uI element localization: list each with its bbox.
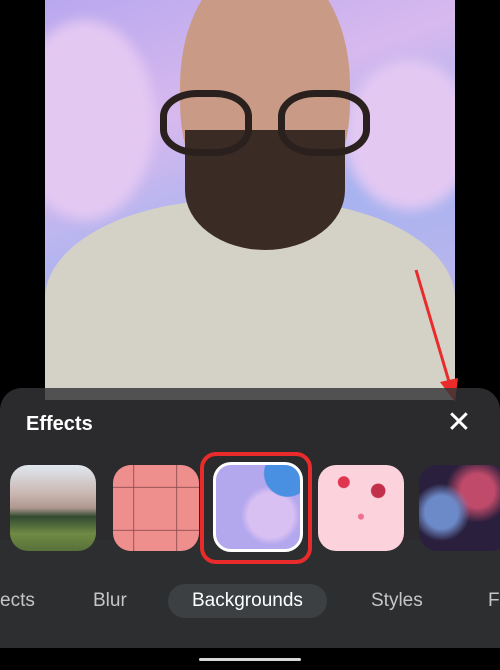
tab-styles[interactable]: Styles (371, 584, 423, 618)
camera-preview (45, 0, 455, 400)
effects-panel: Effects ✕ ects Blur Backgrounds Styles F (0, 388, 500, 648)
close-icon[interactable]: ✕ (444, 408, 474, 438)
person-glasses (160, 90, 380, 156)
background-thumb-purple-clouds[interactable] (213, 462, 303, 552)
tab-filters[interactable]: F (488, 584, 500, 618)
background-thumb-pink-wall[interactable] (113, 465, 199, 551)
tab-blur[interactable]: Blur (93, 584, 127, 618)
background-thumb-mountains[interactable] (10, 465, 96, 551)
home-indicator[interactable] (199, 658, 301, 661)
background-thumb-confetti[interactable] (318, 465, 404, 551)
tab-effects[interactable]: ects (0, 584, 35, 618)
background-thumb-fireworks[interactable] (419, 465, 500, 551)
panel-title: Effects (26, 413, 93, 435)
cloud (45, 20, 155, 220)
tab-backgrounds[interactable]: Backgrounds (168, 584, 327, 618)
